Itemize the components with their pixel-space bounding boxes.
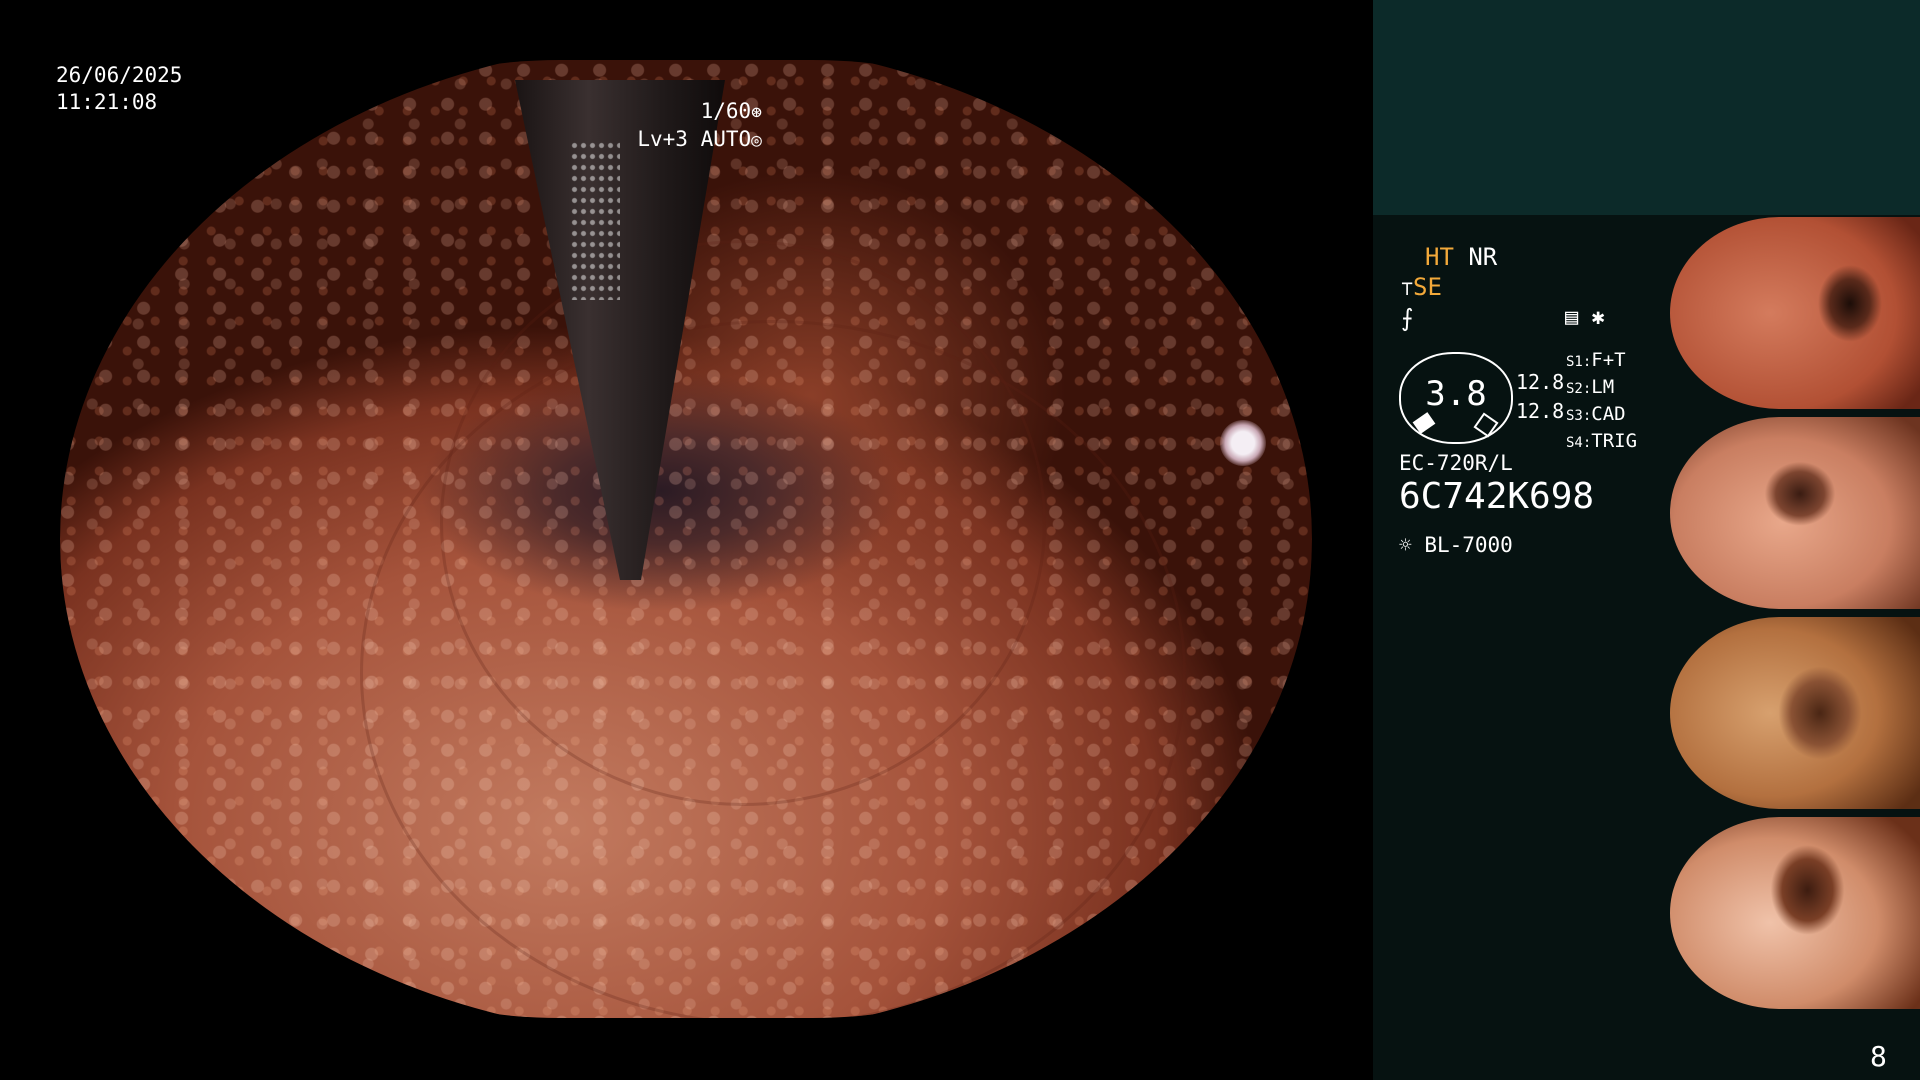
light-source: ☼ BL-7000 <box>1399 530 1513 560</box>
control-icons: ▤ ✱ <box>1565 303 1605 333</box>
sun-icon: ☼ <box>1399 533 1412 557</box>
switch-value: CAD <box>1591 403 1626 425</box>
date-time-display: 26/06/2025 11:21:08 <box>56 62 182 116</box>
captured-thumbnail[interactable]: 6C742K698 <box>1670 217 1920 409</box>
thumbnail-serial: 6C742K698 <box>1674 790 1718 799</box>
endoscopy-screen: 26/06/2025 11:21:08 1/60⊛ Lv+3 AUTO◎ HT … <box>0 0 1920 1080</box>
captured-thumbnail[interactable]: 6C742K698 <box>1670 417 1920 609</box>
size-bottom: 12.8 <box>1516 399 1565 423</box>
date-text: 26/06/2025 <box>56 63 183 87</box>
endoscope-view: 26/06/2025 11:21:08 1/60⊛ Lv+3 AUTO◎ <box>0 0 1372 1080</box>
switch-key: S2: <box>1566 381 1592 397</box>
auto-light-icon: ◎ <box>751 130 762 151</box>
gauge-value: 3.8 <box>1425 374 1487 414</box>
shutter-speed: 1/60 <box>700 99 752 123</box>
gauge-marker-right <box>1473 412 1499 438</box>
mucosal-fold <box>360 320 1186 1018</box>
mode-row: HT NR <box>1425 242 1497 272</box>
f-row: ⨍ <box>1401 303 1414 333</box>
scope-serial: 6C742K698 <box>1399 476 1595 517</box>
thumbnail-serial: 6C742K698 <box>1674 990 1718 999</box>
size-top: 12.8 <box>1516 370 1565 394</box>
thumbnail-serial: 6C742K698 <box>1674 390 1718 399</box>
switch-value: TRIG <box>1591 430 1638 452</box>
iris-icon: ⊛ <box>751 102 762 123</box>
f-curve-icon: ⨍ <box>1401 304 1414 332</box>
captured-thumbnail[interactable]: 6C742K698 <box>1670 617 1920 809</box>
ht-mode: HT <box>1425 243 1454 271</box>
size-values: 12.8 12.8 <box>1516 368 1564 426</box>
switch-value: LM <box>1591 376 1615 398</box>
captured-thumbnail[interactable]: 6C742K698 <box>1670 817 1920 1009</box>
endoscopic-image <box>60 60 1312 1018</box>
gauge: 3.8 <box>1399 352 1513 444</box>
exposure-display: 1/60⊛ Lv+3 AUTO◎ <box>637 98 762 154</box>
instrument-reflection <box>570 140 620 300</box>
se-row: ⊤SE <box>1401 272 1442 303</box>
scope-model: EC-720R/L <box>1399 451 1513 475</box>
se-mode: SE <box>1413 273 1442 301</box>
brightness-level: Lv+3 AUTO <box>637 127 752 151</box>
light-source-model: BL-7000 <box>1424 533 1513 557</box>
settings-panel-icon: ▤ <box>1565 305 1579 330</box>
switch-list: S1:F+T S2:LM S3:CAD S4:TRIG <box>1566 348 1637 456</box>
switch-key: S4: <box>1566 435 1592 451</box>
page-number: 8 <box>1870 1040 1887 1073</box>
light-reflection <box>1220 420 1266 466</box>
enhance-icon: ⊤ <box>1401 276 1414 300</box>
switch-key: S3: <box>1566 408 1592 424</box>
gauge-marker-left <box>1412 412 1436 434</box>
switch-value: F+T <box>1591 349 1626 371</box>
info-header <box>1373 0 1920 215</box>
time-text: 11:21:08 <box>56 90 158 114</box>
asterisk-icon: ✱ <box>1591 305 1605 330</box>
thumbnail-serial: 6C742K698 <box>1674 590 1718 599</box>
nr-mode: NR <box>1468 243 1498 271</box>
switch-key: S1: <box>1566 354 1592 370</box>
